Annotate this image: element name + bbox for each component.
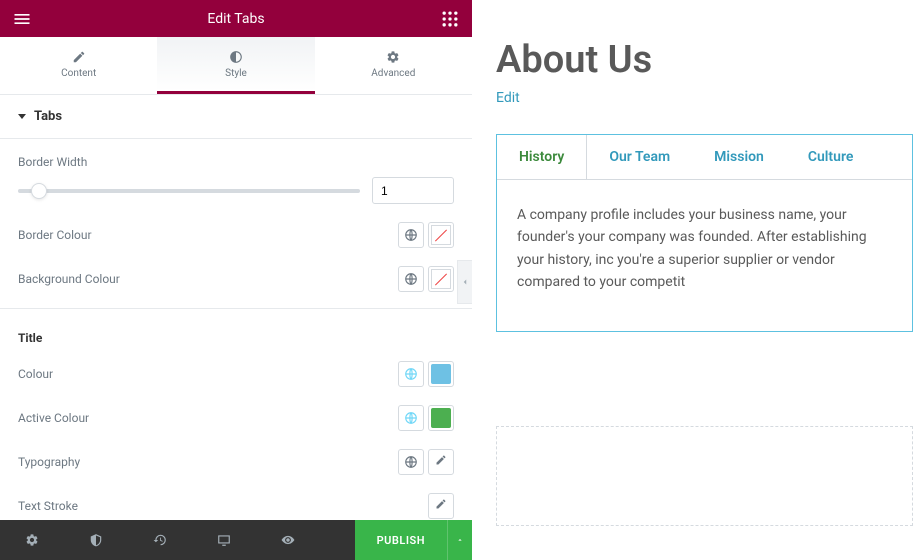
contrast-icon bbox=[229, 50, 243, 64]
active-colour-label: Active Colour bbox=[18, 411, 89, 425]
menu-icon[interactable] bbox=[12, 9, 32, 29]
typography-label: Typography bbox=[18, 455, 80, 469]
panel-footer: PUBLISH bbox=[0, 520, 472, 560]
slider-thumb[interactable] bbox=[31, 183, 47, 199]
tabs-content: A company profile includes your business… bbox=[497, 179, 912, 318]
publish-options[interactable] bbox=[448, 520, 472, 560]
empty-section-placeholder[interactable] bbox=[496, 426, 913, 526]
settings-icon[interactable] bbox=[0, 520, 64, 560]
navigator-icon[interactable] bbox=[64, 520, 128, 560]
tab-content-label: Content bbox=[61, 68, 96, 79]
control-border-width: Border Width bbox=[18, 155, 454, 204]
active-colour-global[interactable] bbox=[398, 405, 424, 431]
tab-mission[interactable]: Mission bbox=[692, 135, 786, 179]
pencil-icon bbox=[72, 50, 86, 64]
caret-down-icon bbox=[18, 114, 26, 119]
background-colour-global[interactable] bbox=[398, 266, 424, 292]
border-colour-global[interactable] bbox=[398, 222, 424, 248]
border-width-slider[interactable] bbox=[18, 189, 360, 193]
editor-panel: Edit Tabs Content Style Advanced Tabs bbox=[0, 0, 472, 560]
tab-advanced-label: Advanced bbox=[371, 68, 415, 79]
publish-button[interactable]: PUBLISH bbox=[355, 520, 448, 560]
background-colour-label: Background Colour bbox=[18, 272, 120, 286]
section-tabs-header[interactable]: Tabs bbox=[0, 95, 472, 139]
edit-link[interactable]: Edit bbox=[496, 90, 520, 106]
border-width-label: Border Width bbox=[18, 155, 454, 169]
title-colour-label: Colour bbox=[18, 367, 53, 381]
apps-icon[interactable] bbox=[440, 9, 460, 29]
border-width-input[interactable] bbox=[372, 177, 454, 204]
active-colour-swatch[interactable] bbox=[428, 405, 454, 431]
panel-title: Edit Tabs bbox=[32, 11, 440, 27]
section-tabs-title: Tabs bbox=[34, 109, 62, 124]
tabs-widget[interactable]: History Our Team Mission Culture A compa… bbox=[496, 134, 913, 332]
swatch-active bbox=[431, 408, 451, 428]
title-heading: Title bbox=[18, 331, 454, 345]
tabs-header: History Our Team Mission Culture bbox=[497, 135, 912, 179]
typography-edit[interactable] bbox=[428, 449, 454, 475]
tab-content[interactable]: Content bbox=[0, 37, 157, 94]
tab-history[interactable]: History bbox=[497, 135, 587, 180]
editor-tabs-nav: Content Style Advanced bbox=[0, 37, 472, 95]
panel-header: Edit Tabs bbox=[0, 0, 472, 37]
responsive-icon[interactable] bbox=[192, 520, 256, 560]
title-colour-global[interactable] bbox=[398, 361, 424, 387]
preview-icon[interactable] bbox=[256, 520, 320, 560]
border-colour-label: Border Colour bbox=[18, 228, 92, 242]
gear-icon bbox=[386, 50, 400, 64]
background-colour-swatch[interactable] bbox=[428, 266, 454, 292]
swatch-colour bbox=[431, 364, 451, 384]
page-title: About Us bbox=[496, 38, 913, 82]
tab-style-label: Style bbox=[225, 68, 247, 79]
text-stroke-edit[interactable] bbox=[428, 493, 454, 519]
panel-body: Tabs Border Width Border Colour bbox=[0, 95, 472, 520]
history-icon[interactable] bbox=[128, 520, 192, 560]
title-colour-swatch[interactable] bbox=[428, 361, 454, 387]
text-stroke-label: Text Stroke bbox=[18, 499, 78, 513]
border-colour-swatch[interactable] bbox=[428, 222, 454, 248]
tab-our-team[interactable]: Our Team bbox=[587, 135, 692, 179]
tab-culture[interactable]: Culture bbox=[786, 135, 876, 179]
collapse-handle[interactable] bbox=[457, 260, 473, 304]
tab-style[interactable]: Style bbox=[157, 37, 314, 94]
tab-advanced[interactable]: Advanced bbox=[315, 37, 472, 94]
preview-area: About Us Edit History Our Team Mission C… bbox=[472, 0, 913, 560]
typography-global[interactable] bbox=[398, 449, 424, 475]
